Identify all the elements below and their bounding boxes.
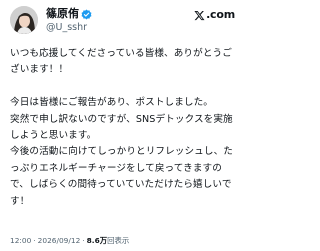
logo-text: .com — [206, 8, 235, 21]
display-name[interactable]: 篠原侑 — [46, 7, 79, 21]
avatar[interactable] — [10, 6, 38, 34]
meta-separator-2: · — [82, 236, 85, 245]
post-header: 篠原侑 @U_sshr .com — [10, 6, 235, 36]
name-row: 篠原侑 — [46, 7, 92, 21]
views-label: 回表示 — [107, 236, 130, 245]
meta-separator: · — [33, 236, 36, 245]
profile-photo — [10, 6, 38, 34]
post-text: いつも応援してくださっている皆様、ありがとうございます！！ 今日は皆様にご報告が… — [10, 48, 233, 207]
x-logo-icon — [194, 10, 205, 21]
views-count: 8.6万 — [86, 236, 108, 245]
handle[interactable]: @U_sshr — [46, 21, 92, 34]
post-date[interactable]: 2026/09/12 — [38, 236, 81, 245]
x-logo: .com — [194, 9, 235, 21]
post-card: 篠原侑 @U_sshr .com いつも応援してくださっている皆様、ありがとうご… — [0, 0, 243, 251]
author-names: 篠原侑 @U_sshr — [46, 7, 92, 34]
verified-badge-icon — [81, 9, 92, 20]
post-time[interactable]: 12:00 — [10, 236, 31, 245]
post-meta: 12:00 · 2026/09/12 · 8.6万回表示 — [10, 236, 129, 246]
